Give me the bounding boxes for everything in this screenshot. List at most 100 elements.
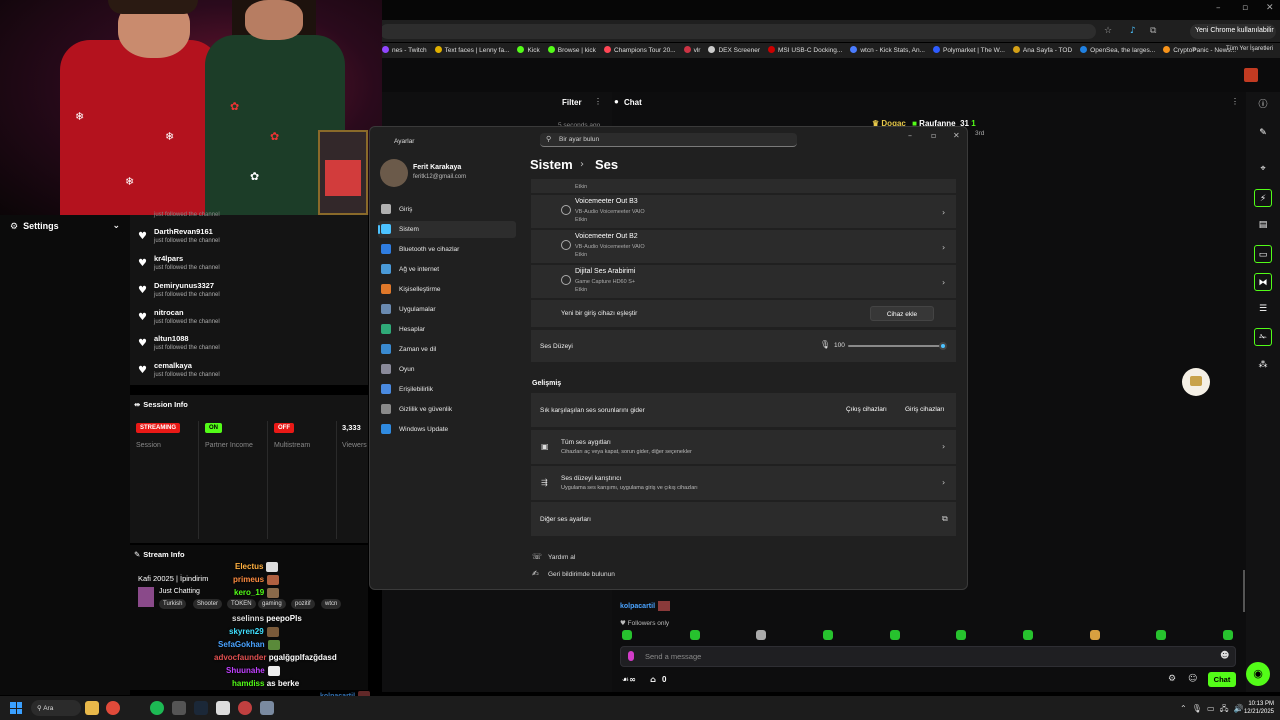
radio-button[interactable] xyxy=(561,205,571,215)
settings-app-icon[interactable] xyxy=(260,701,274,715)
nav-item-gaming[interactable]: Oyun xyxy=(378,361,516,378)
site-logo[interactable] xyxy=(1244,68,1258,82)
bolt-icon[interactable]: ⚡ xyxy=(1254,189,1272,207)
radio-button[interactable] xyxy=(561,240,571,250)
chat-scrollbar[interactable] xyxy=(1243,570,1245,612)
close-icon[interactable]: ✕ xyxy=(953,131,960,140)
nav-item-accessibility[interactable]: Erişilebilirlik xyxy=(378,381,516,398)
emote-icon[interactable] xyxy=(622,630,632,640)
nav-item-sistem[interactable]: Sistem xyxy=(378,221,516,238)
close-icon[interactable]: ✕ xyxy=(1266,3,1274,13)
address-bar[interactable] xyxy=(380,24,1096,39)
minimize-icon[interactable]: – xyxy=(1216,3,1221,13)
xbox-icon[interactable] xyxy=(172,701,186,715)
add-device-button[interactable]: Cihaz ekle xyxy=(870,306,934,321)
info-icon[interactable]: ⓘ xyxy=(1254,96,1272,114)
stack-icon[interactable]: ☰ xyxy=(1254,300,1272,318)
more-sound-settings-row[interactable]: Diğer ses ayarları xyxy=(531,502,956,536)
more-options-icon[interactable]: ⋮ xyxy=(1231,97,1239,106)
chevron-right-icon[interactable]: › xyxy=(942,478,945,487)
system-tray[interactable]: ⌃ 🎙 ▭ 🖧 🔊 xyxy=(1180,703,1244,717)
bookmark-item[interactable]: Polymarket | The W... xyxy=(932,46,1005,54)
all-devices-row[interactable]: Tüm ses aygıtları Cihazları aç veya kapa… xyxy=(531,430,956,464)
all-bookmarks[interactable]: Tüm Yer İşaretleri xyxy=(1226,46,1273,52)
nav-item-network[interactable]: Ağ ve internet xyxy=(378,261,516,278)
emote-picker-icon[interactable]: ☺ xyxy=(1188,674,1197,684)
clock[interactable]: 10:13 PM 12/21/2025 xyxy=(1240,700,1274,716)
nav-item-windows-update[interactable]: Windows Update xyxy=(378,421,516,438)
steam-icon[interactable] xyxy=(194,701,208,715)
spotify-icon[interactable] xyxy=(150,701,164,715)
avatar[interactable] xyxy=(380,159,408,187)
send-chat-button[interactable]: Chat xyxy=(1208,672,1236,687)
app-icon[interactable] xyxy=(216,701,230,715)
output-devices-button[interactable]: Çıkış cihazları xyxy=(846,406,887,413)
chevron-down-icon[interactable]: ⌄ xyxy=(112,221,120,231)
chat-input[interactable]: Send a message xyxy=(645,652,701,661)
trophy-badge[interactable] xyxy=(1182,368,1210,396)
infinity-icon[interactable]: ☙∞ xyxy=(622,675,636,684)
nav-item-privacy[interactable]: Gizlilik ve güvenlik xyxy=(378,401,516,418)
input-devices-button[interactable]: Giriş cihazları xyxy=(905,406,944,413)
nav-item-bluetooth[interactable]: Bluetooth ve cihazlar xyxy=(378,241,516,258)
emote-icon[interactable] xyxy=(823,630,833,640)
pencil-icon[interactable]: ✎ xyxy=(1254,124,1272,142)
gear-icon[interactable]: ⚙ xyxy=(1168,674,1176,684)
device-row[interactable]: Voicemeeter Out B3 VB-Audio Voicemeeter … xyxy=(531,195,956,228)
volume-slider[interactable] xyxy=(848,345,943,347)
bookmark-item[interactable]: Browse | kick xyxy=(547,46,596,54)
breadcrumb-parent[interactable]: Sistem xyxy=(530,157,573,172)
volume-slider-thumb[interactable] xyxy=(939,342,947,350)
chevron-right-icon[interactable]: › xyxy=(942,243,945,252)
extensions-icon[interactable]: ⧉ xyxy=(1150,26,1156,36)
bookmark-item[interactable]: MSI USB-C Docking... xyxy=(768,46,842,54)
bookmark-item[interactable]: Champions Tour 20... xyxy=(603,46,676,54)
emoji-icon[interactable]: ☻ xyxy=(1220,651,1229,661)
emote-icon[interactable] xyxy=(1223,630,1233,640)
target-icon[interactable]: ⌖ xyxy=(1254,160,1272,178)
chat-user[interactable]: kolpacartil xyxy=(620,603,655,610)
bookmark-item[interactable]: wtcn - Kick Stats, An... xyxy=(850,46,925,54)
emote-icon[interactable] xyxy=(756,630,766,640)
wrench-icon[interactable]: ✁ xyxy=(1254,328,1272,346)
chrome-update-pill[interactable]: Yeni Chrome kullanılabilir xyxy=(1190,24,1276,39)
chevron-right-icon[interactable]: › xyxy=(942,442,945,451)
share-icon[interactable]: ⁂ xyxy=(1254,356,1272,374)
emote-icon[interactable] xyxy=(956,630,966,640)
gift-icon[interactable]: ⌂ xyxy=(650,675,656,684)
microphone-icon[interactable]: 🎙 xyxy=(820,340,830,349)
feedback-link[interactable]: Geri bildirimde bulunun xyxy=(548,571,615,578)
filter-button[interactable]: Filter xyxy=(562,98,582,107)
bookmarks-more[interactable]: » xyxy=(1192,46,1196,53)
nav-item-time[interactable]: Zaman ve dil xyxy=(378,341,516,358)
taskbar-search[interactable]: ⚲ Ara xyxy=(31,700,81,716)
kick-fab-button[interactable]: ◉ xyxy=(1246,662,1270,686)
chrome-icon[interactable] xyxy=(106,701,120,715)
file-explorer-icon[interactable] xyxy=(85,701,99,715)
get-help-link[interactable]: Yardım al xyxy=(548,554,575,561)
emote-icon[interactable] xyxy=(690,630,700,640)
media-icon[interactable]: ♪ xyxy=(1130,26,1136,36)
obs-icon[interactable] xyxy=(238,701,252,715)
radio-button[interactable] xyxy=(561,275,571,285)
bookmark-star-icon[interactable]: ☆ xyxy=(1104,26,1112,36)
bookmark-item[interactable]: nes - Twitch xyxy=(382,46,427,54)
bookmark-item[interactable]: OpenSea, the larges... xyxy=(1080,46,1155,54)
emote-icon[interactable] xyxy=(890,630,900,640)
maximize-icon[interactable]: ▫ xyxy=(1242,3,1248,13)
chevron-right-icon[interactable]: › xyxy=(942,278,945,287)
windows-start-icon[interactable] xyxy=(10,702,22,714)
maximize-icon[interactable]: ▫ xyxy=(931,131,936,140)
device-row[interactable]: Dijital Ses Arabirimi Game Capture HD60 … xyxy=(531,265,956,298)
nav-item-apps[interactable]: Uygulamalar xyxy=(378,301,516,318)
settings-toggle[interactable]: ⚙ Settings ⌄ xyxy=(0,215,130,239)
nav-item-accounts[interactable]: Hesaplar xyxy=(378,321,516,338)
bookmark-item[interactable]: vlr xyxy=(683,46,700,54)
bookmark-item[interactable]: Kick xyxy=(517,46,540,54)
bookmark-item[interactable]: Text faces | Lenny fa... xyxy=(434,46,509,54)
document-icon[interactable]: ▤ xyxy=(1254,216,1272,234)
chat-icon[interactable]: ▭ xyxy=(1254,245,1272,263)
nav-item-personalization[interactable]: Kişiselleştirme xyxy=(378,281,516,298)
settings-search-input[interactable]: Bir ayar bulun xyxy=(559,136,599,143)
bookmark-item[interactable]: Ana Sayfa - TOD xyxy=(1012,46,1072,54)
